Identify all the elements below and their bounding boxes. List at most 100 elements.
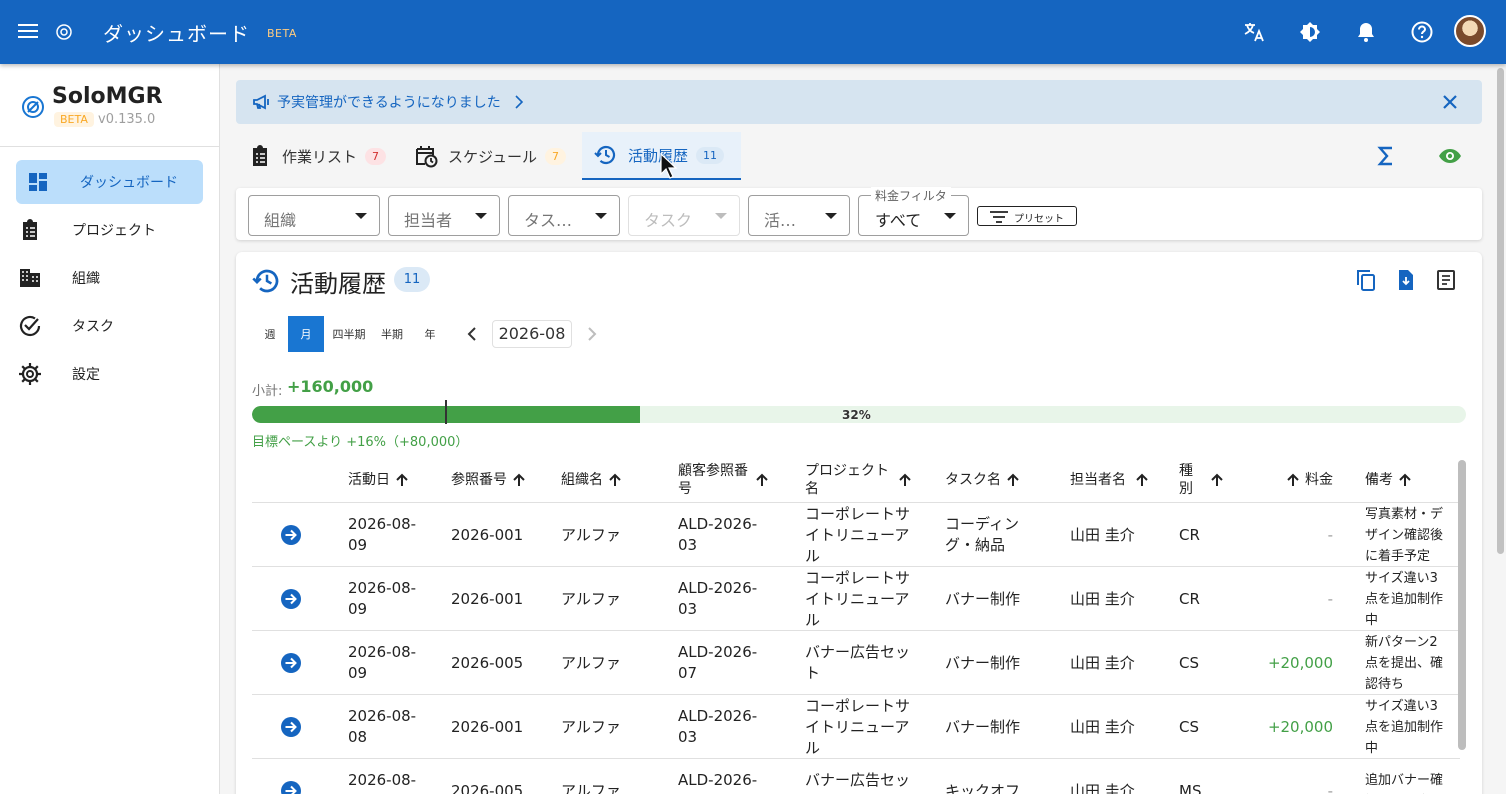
table-row[interactable]: 2026-08-08 2026-001 アルファ ALD-2026-03 コーポレートサ… xyxy=(252,695,1460,759)
sidebar-item-label: 設定 xyxy=(72,367,100,383)
cell-fee: +20,000 xyxy=(1242,631,1333,695)
translate-icon[interactable] xyxy=(1238,16,1270,48)
eye-icon[interactable] xyxy=(1438,144,1462,168)
col-header-label: 担当者名 xyxy=(1070,472,1126,488)
cell-text: バナー制作 xyxy=(945,717,1021,736)
activity-select[interactable]: 活… xyxy=(748,195,850,236)
preset-button[interactable]: プリセット xyxy=(977,206,1077,226)
cell-ref: 2026-005 xyxy=(451,759,551,794)
arrow-right-circle-icon[interactable] xyxy=(280,524,302,546)
announcement-banner[interactable]: 予実管理ができるようになりました xyxy=(236,80,1482,124)
col-header-org[interactable]: 組織名 xyxy=(561,458,623,502)
period-week[interactable]: 週 xyxy=(254,316,286,352)
tab-work-list[interactable]: 作業リスト 7 xyxy=(248,132,387,180)
cell-project: バナー広告セット xyxy=(805,631,915,695)
cell-note: 写真素材・デザイン確認後に着手予定 xyxy=(1365,503,1445,567)
period-quarter[interactable]: 四半期 xyxy=(328,316,370,352)
fee-filter-select[interactable]: 料金フィルタ すべて xyxy=(858,187,969,236)
cell-text: 山田 圭介 xyxy=(1070,781,1135,794)
arrow-right-circle-icon[interactable] xyxy=(280,780,302,794)
cell-text: バナー広告セット xyxy=(805,643,911,682)
cell-task: キックオフ xyxy=(945,759,1035,794)
task-select-placeholder: タスク xyxy=(644,211,693,230)
col-header-label: 顧客参照番号 xyxy=(678,463,748,497)
bell-icon[interactable] xyxy=(1350,16,1382,48)
month-field[interactable]: 2026-08 xyxy=(492,320,572,348)
table-row[interactable]: 2026-08-08 2026-005 アルファ ALD-2026-07 バナー広告セッ… xyxy=(252,759,1460,794)
close-icon[interactable] xyxy=(1438,90,1462,114)
sidebar-item-tasks[interactable]: タスク xyxy=(16,304,203,348)
cell-ref: 2026-001 xyxy=(451,695,551,759)
period-month[interactable]: 月 xyxy=(288,316,324,352)
sort-arrow-icon xyxy=(609,473,621,486)
org-select[interactable]: 組織 xyxy=(248,195,380,236)
sidebar-item-projects[interactable]: プロジェクト xyxy=(16,208,203,252)
col-header-task[interactable]: タスク名 xyxy=(945,458,1021,502)
brightness-icon[interactable] xyxy=(1294,16,1326,48)
chevron-right-icon xyxy=(515,95,524,109)
pace-marker xyxy=(445,400,447,424)
table-row[interactable]: 2026-08-09 2026-001 アルファ ALD-2026-03 コーポレートサ… xyxy=(252,503,1460,567)
period-half[interactable]: 半期 xyxy=(374,316,410,352)
avatar[interactable] xyxy=(1454,15,1486,47)
col-header-label: 参照番号 xyxy=(451,472,507,488)
arrow-right-circle-icon[interactable] xyxy=(280,652,302,674)
col-header-cust-ref[interactable]: 顧客参照番号 xyxy=(678,458,772,502)
cell-text: 2026-001 xyxy=(451,525,524,544)
arrow-right-circle-icon[interactable] xyxy=(280,588,302,610)
file-download-icon[interactable] xyxy=(1394,268,1418,292)
dropdown-arrow-icon xyxy=(944,213,956,219)
menu-icon[interactable] xyxy=(16,20,40,44)
col-header-assignee[interactable]: 担当者名 xyxy=(1070,458,1154,502)
tab-schedule[interactable]: スケジュール 7 xyxy=(414,132,566,180)
tab-count-badge: 7 xyxy=(365,147,387,165)
cell-note: 追加バナー確認の進め方を xyxy=(1365,759,1445,794)
announcement-text[interactable]: 予実管理ができるようになりました xyxy=(277,92,501,112)
col-header-kind[interactable]: 種別 xyxy=(1179,458,1237,502)
cell-note: サイズ違い3点を追加制作中 xyxy=(1365,695,1445,759)
dropdown-arrow-icon xyxy=(355,213,367,219)
page-scrollbar[interactable] xyxy=(1496,64,1506,794)
page-scrollbar-thumb[interactable] xyxy=(1497,68,1504,554)
period-year[interactable]: 年 xyxy=(414,316,446,352)
cell-date: 2026-08-09 xyxy=(348,567,428,631)
chevron-left-icon[interactable] xyxy=(462,324,482,344)
sidebar-item-label: タスク xyxy=(72,319,114,335)
col-header-project[interactable]: プロジェクト名 xyxy=(805,458,915,502)
task-type-select[interactable]: タス… xyxy=(508,195,620,236)
sidebar-item-orgs[interactable]: 組織 xyxy=(16,256,203,300)
help-icon[interactable] xyxy=(1406,16,1438,48)
subtotal-value: +160,000 xyxy=(287,377,374,396)
brand-version: v0.135.0 xyxy=(98,112,156,127)
sigma-icon[interactable] xyxy=(1374,144,1398,168)
sidebar-item-settings[interactable]: 設定 xyxy=(16,352,203,396)
subtotal-label: 小計: xyxy=(252,384,283,399)
org-select-placeholder: 組織 xyxy=(264,211,297,230)
sort-arrow-icon xyxy=(513,473,525,486)
dashboard-icon xyxy=(29,173,47,191)
document-icon[interactable] xyxy=(1434,268,1458,292)
table-row[interactable]: 2026-08-09 2026-001 アルファ ALD-2026-03 コーポレートサ… xyxy=(252,567,1460,631)
col-header-date[interactable]: 活動日 xyxy=(348,458,410,502)
cell-cust-ref: ALD-2026-07 xyxy=(678,759,768,794)
table-scrollbar[interactable] xyxy=(1458,460,1466,750)
col-header-label: 備考 xyxy=(1365,472,1393,488)
assignee-select[interactable]: 担当者 xyxy=(388,195,500,236)
cell-text: 2026-08-09 xyxy=(348,515,417,554)
dashboard-tabs: 作業リスト 7 スケジュール 7 活動履歴 11 xyxy=(236,132,1482,180)
sidebar-item-dashboard[interactable]: ダッシュボード xyxy=(16,160,203,204)
fee-filter-label: 料金フィルタ xyxy=(871,187,951,204)
check-circle-icon xyxy=(19,315,41,337)
cell-date: 2026-08-09 xyxy=(348,631,428,695)
col-header-fee[interactable]: 料金 xyxy=(1285,458,1333,502)
table-row[interactable]: 2026-08-09 2026-005 アルファ ALD-2026-07 バナー広告セッ… xyxy=(252,631,1460,695)
tab-label: 活動履歴 xyxy=(628,146,689,165)
cell-assignee: 山田 圭介 xyxy=(1070,503,1160,567)
arrow-right-circle-icon[interactable] xyxy=(280,716,302,738)
copy-icon[interactable] xyxy=(1354,268,1378,292)
progress-label: 32% xyxy=(842,408,871,422)
cell-text: 山田 圭介 xyxy=(1070,653,1135,672)
cell-assignee: 山田 圭介 xyxy=(1070,695,1160,759)
col-header-note[interactable]: 備考 xyxy=(1365,458,1413,502)
col-header-ref[interactable]: 参照番号 xyxy=(451,458,527,502)
